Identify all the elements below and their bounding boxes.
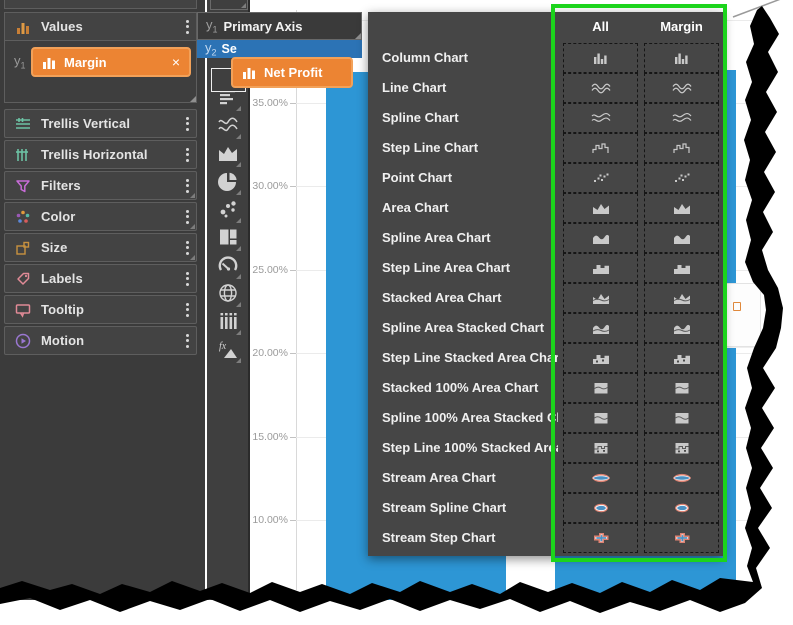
axis-prefix-y1: y1 (206, 17, 218, 35)
secondary-axis-row[interactable]: y2 Se (197, 40, 362, 58)
chart-type-partial-icon[interactable] (210, 0, 248, 10)
chart-type-label[interactable]: Spline 100% Area Stacked Chart (382, 403, 558, 433)
values-title: Values (41, 19, 180, 34)
trellis-vertical-icon (14, 115, 32, 133)
item-menu-button[interactable] (180, 241, 194, 255)
net-profit-pill[interactable]: Net Profit (231, 57, 353, 88)
spline-chart-icon[interactable] (214, 114, 242, 140)
axis-prefix-y1: y1 (14, 53, 26, 71)
chart-type-label[interactable]: Spline Area Stacked Chart (382, 313, 558, 343)
secondary-axis-label: Se (222, 42, 237, 56)
item-menu-button[interactable] (180, 334, 194, 348)
highlight-rectangle (551, 4, 727, 562)
values-header[interactable]: Values (4, 12, 197, 41)
sidebar-item-motion[interactable]: Motion (4, 326, 197, 355)
tag-icon (14, 270, 32, 288)
chart-type-label[interactable]: Step Line Chart (382, 133, 558, 163)
margin-field-pill[interactable]: Margin × (31, 47, 191, 77)
gauge-chart-icon[interactable] (214, 254, 242, 280)
item-menu-button[interactable] (180, 117, 194, 131)
chart-type-label[interactable]: Stacked Area Chart (382, 283, 558, 313)
y-axis-tick (290, 186, 296, 187)
y-axis-tick (290, 270, 296, 271)
color-dots-icon (14, 208, 32, 226)
y-axis-tick-label: 25.00% (248, 264, 288, 276)
item-menu-button[interactable] (180, 210, 194, 224)
y-axis-tick-label: 35.00% (248, 97, 288, 109)
pie-chart-icon[interactable] (214, 170, 242, 196)
y-axis-tick-label: 20.00% (248, 347, 288, 359)
y-axis-tick-label: 30.00% (248, 180, 288, 192)
chart-type-label[interactable]: Spline Area Chart (382, 223, 558, 253)
chart-type-label[interactable]: Stream Step Chart (382, 523, 558, 553)
y-axis-line (296, 10, 297, 590)
sidebar-item-filters[interactable]: Filters (4, 171, 197, 200)
item-menu-button[interactable] (180, 272, 194, 286)
bar-chart-icon (242, 66, 257, 79)
function-fx-icon[interactable] (214, 338, 242, 364)
remove-field-button[interactable]: × (172, 54, 180, 70)
bar-chart-icon (42, 56, 57, 69)
margin-field-label: Margin (64, 55, 107, 70)
sidebar-item-trellis-vertical[interactable]: Trellis Vertical (4, 109, 197, 138)
sidebar-item-labels[interactable]: Labels (4, 264, 197, 293)
chart-type-label[interactable]: Stacked 100% Area Chart (382, 373, 558, 403)
chart-type-label[interactable]: Area Chart (382, 193, 558, 223)
trellis-horizontal-icon (14, 146, 32, 164)
net-profit-label: Net Profit (264, 65, 323, 80)
item-menu-button[interactable] (180, 148, 194, 162)
values-section: Values y1 Margin × (4, 12, 197, 103)
scatter-chart-icon[interactable] (214, 198, 242, 224)
chart-type-label[interactable]: Step Line 100% Stacked Area Chart (382, 433, 558, 463)
sidebar-item-color[interactable]: Color (4, 202, 197, 231)
y-axis-tick-label: 10.00% (248, 514, 288, 526)
size-icon (14, 239, 32, 257)
settings-sidebar: Values y1 Margin × Trellis Vertical Trel… (0, 0, 205, 600)
tooltip-icon (14, 301, 32, 319)
values-menu-button[interactable] (180, 20, 194, 34)
y-axis-tick (290, 437, 296, 438)
area-chart-icon[interactable] (214, 142, 242, 168)
chart-type-label[interactable]: Stream Spline Chart (382, 493, 558, 523)
filter-icon (14, 177, 32, 195)
chart-type-label[interactable]: Line Chart (382, 73, 558, 103)
y-axis-tick (290, 520, 296, 521)
sparkline-chart-icon[interactable] (214, 310, 242, 336)
sidebar-item-trellis-horizontal[interactable]: Trellis Horizontal (4, 140, 197, 169)
treemap-chart-icon[interactable] (214, 226, 242, 252)
sidebar-item-tooltip[interactable]: Tooltip (4, 295, 197, 324)
y-axis-tick (290, 103, 296, 104)
y-axis-tick (290, 353, 296, 354)
map-chart-icon[interactable] (214, 282, 242, 308)
bar-chart-icon (14, 18, 32, 36)
dashboard-designer-window: fx 35.00%30.00%25.00%20.00%15.00%10.00% (0, 0, 793, 625)
item-menu-button[interactable] (180, 303, 194, 317)
sidebar-partial-section (4, 0, 197, 9)
axis-prefix-y2: y2 (205, 40, 217, 58)
y-axis-tick-label: 15.00% (248, 431, 288, 443)
chart-type-label[interactable]: Column Chart (382, 43, 558, 73)
chart-type-label[interactable]: Step Line Stacked Area Chart (382, 343, 558, 373)
motion-icon (14, 332, 32, 350)
primary-axis-header[interactable]: y1 Primary Axis (197, 12, 362, 40)
chart-type-label[interactable]: Point Chart (382, 163, 558, 193)
primary-axis-label: Primary Axis (224, 19, 303, 34)
chart-type-label[interactable]: Step Line Area Chart (382, 253, 558, 283)
sidebar-item-size[interactable]: Size (4, 233, 197, 262)
chart-type-label[interactable]: Stream Area Chart (382, 463, 558, 493)
legend-marker-icon (733, 302, 741, 311)
item-menu-button[interactable] (180, 179, 194, 193)
chart-type-label[interactable]: Spline Chart (382, 103, 558, 133)
